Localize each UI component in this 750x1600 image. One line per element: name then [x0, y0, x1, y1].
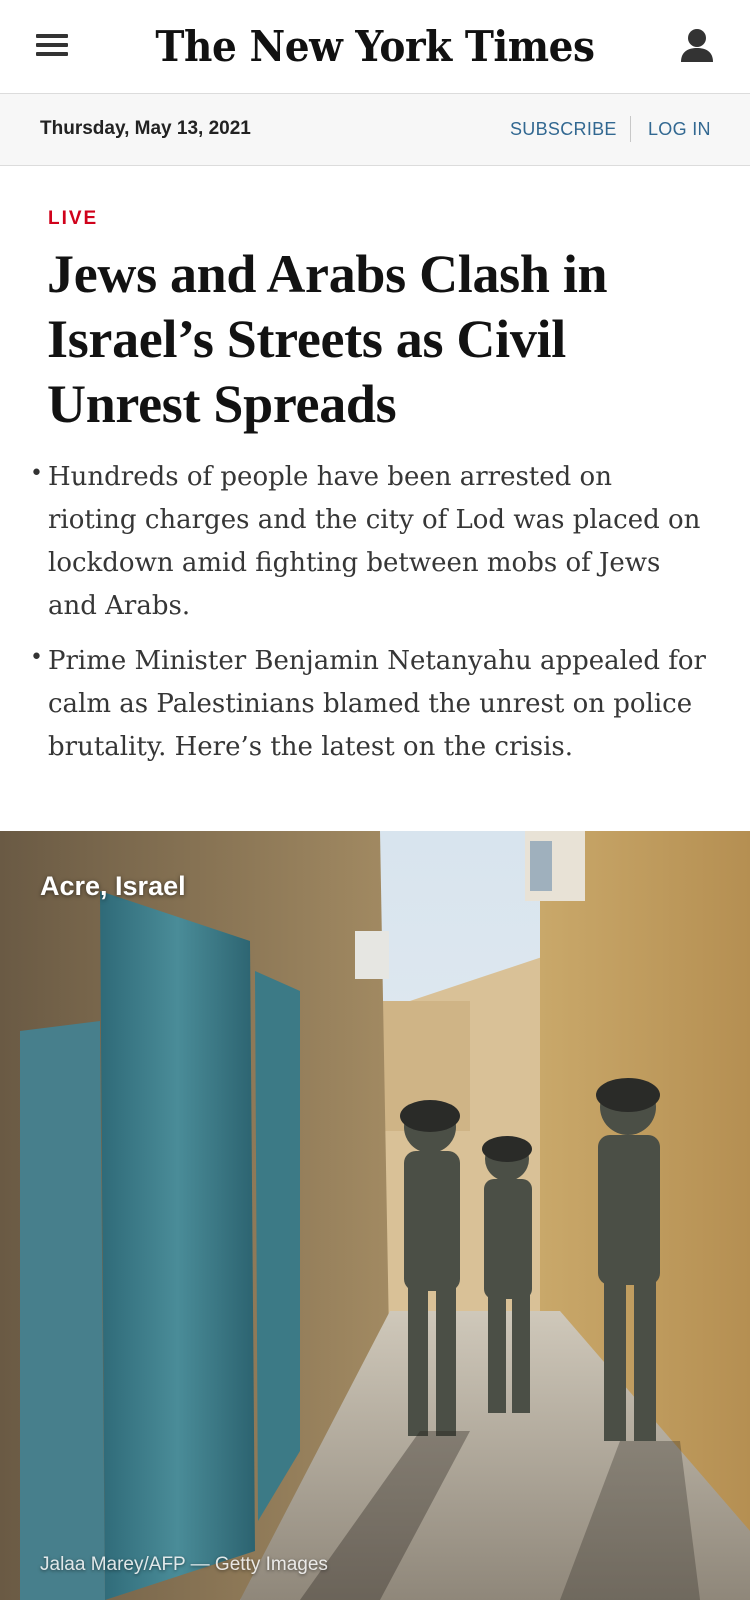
login-link[interactable]: LOG IN [648, 119, 711, 140]
bullet-icon: • [30, 461, 43, 486]
current-date: Thursday, May 13, 2021 [40, 118, 251, 139]
nyt-logo[interactable]: The New York Times [26, 18, 724, 76]
summary-text: Hundreds of people have been arrested on… [48, 462, 701, 621]
bullet-icon: • [30, 645, 43, 670]
summary-item: • Hundreds of people have been arrested … [30, 456, 708, 628]
street-scene-illustration [0, 831, 750, 1600]
photo-credit: Jalaa Marey/AFP — Getty Images [40, 1554, 328, 1575]
summary-item: • Prime Minister Benjamin Netanyahu appe… [30, 640, 708, 769]
date-bar: Thursday, May 13, 2021 SUBSCRIBE LOG IN [0, 94, 750, 166]
summary-text: Prime Minister Benjamin Netanyahu appeal… [48, 646, 706, 762]
lead-photo[interactable]: Acre, Israel Jalaa Marey/AFP — Getty Ima… [0, 831, 750, 1600]
photo-dateline: Acre, Israel [40, 871, 186, 901]
masthead: The New York Times [0, 0, 750, 94]
live-label: LIVE [48, 208, 99, 229]
link-divider [630, 116, 631, 142]
article-headline[interactable]: Jews and Arabs Clash in Israel’s Streets… [47, 242, 707, 437]
subscribe-link[interactable]: SUBSCRIBE [510, 119, 617, 140]
user-account-icon[interactable] [680, 28, 714, 66]
